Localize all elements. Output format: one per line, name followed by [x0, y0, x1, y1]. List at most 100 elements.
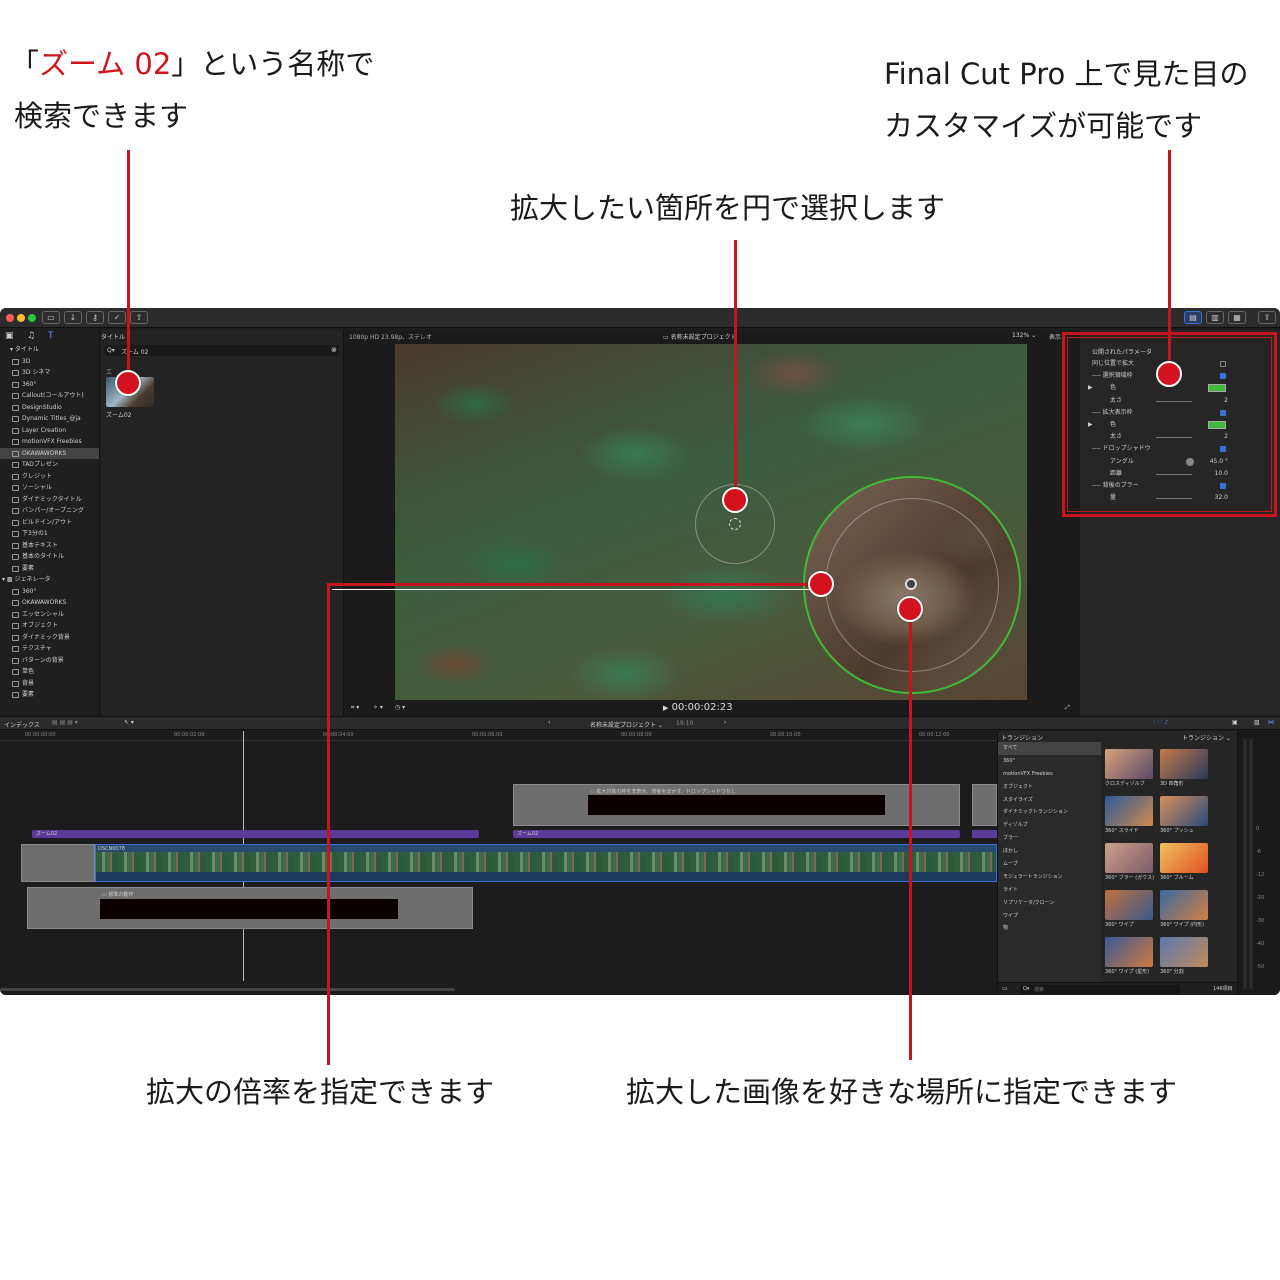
library-item[interactable]: ダイナミックタイトル — [0, 494, 99, 506]
magnified-position-handle[interactable] — [905, 578, 917, 590]
library-item[interactable]: Dynamic Titles_@ja — [0, 413, 99, 425]
select-tool-icon[interactable]: ↖ ▾ — [124, 719, 134, 726]
transition-item[interactable]: 360° プッシュ — [1160, 796, 1210, 840]
transition-category[interactable]: ディゾルブ — [998, 819, 1101, 832]
sidebar-toggle-icon[interactable]: ▭ — [1002, 985, 1008, 992]
check-icon[interactable]: ✓ — [108, 311, 126, 324]
transitions-browser-icon[interactable]: ▧ — [1254, 719, 1260, 726]
media-import-icon[interactable]: ▭ — [42, 311, 60, 324]
timeline-project-title[interactable]: 名称未設定プロジェクト ⌄ — [590, 720, 663, 729]
transition-category[interactable]: ダイナミックトランジション — [998, 806, 1101, 819]
append-edit-icon[interactable]: ▤ ▤ ▤ ▾ — [52, 719, 78, 726]
speed-icon[interactable]: ◷ ▾ — [395, 704, 405, 711]
enhance-icon[interactable]: ✧ ▾ — [373, 704, 383, 711]
transition-category[interactable]: ライト — [998, 884, 1101, 897]
play-icon[interactable]: ▶ — [663, 704, 668, 712]
titles-category-header[interactable]: ▾ タイトル — [0, 344, 99, 356]
minimize-window-button[interactable] — [17, 314, 25, 322]
gap-clip[interactable] — [21, 844, 95, 882]
transition-item[interactable]: 360° ブラー (ガウス) — [1105, 843, 1155, 887]
library-item[interactable]: クレジット — [0, 471, 99, 483]
transition-thumbnail[interactable] — [1160, 843, 1208, 873]
photos-icon[interactable]: ▣ — [5, 331, 14, 341]
library-item[interactable]: 背景 — [0, 678, 99, 690]
transition-category[interactable]: 物 — [998, 922, 1101, 935]
index-button[interactable]: インデックス — [4, 720, 40, 729]
share-export-icon[interactable]: ⇪ — [1258, 311, 1276, 324]
transform-tool-icon[interactable]: ⌗ ▾ — [351, 704, 359, 712]
selection-center-handle[interactable] — [729, 518, 741, 530]
library-item[interactable]: ビルドイン/アウト — [0, 517, 99, 529]
transition-category[interactable]: ムーブ — [998, 858, 1101, 871]
transition-item[interactable]: 360° ワイプ — [1105, 890, 1155, 934]
library-item[interactable]: 要素 — [0, 563, 99, 575]
titles-generators-icon[interactable]: T — [48, 331, 54, 341]
transition-category[interactable]: モジュラートランジション — [998, 871, 1101, 884]
transition-thumbnail[interactable] — [1105, 937, 1153, 967]
zoom-clip-a[interactable]: ズーム02 — [32, 830, 479, 838]
transition-item[interactable]: 360° 分割 — [1160, 937, 1210, 981]
library-item[interactable]: バンパー/オープニング — [0, 505, 99, 517]
library-item[interactable]: DesignStudio — [0, 402, 99, 414]
transition-thumbnail[interactable] — [1105, 749, 1153, 779]
library-item[interactable]: ソーシャル — [0, 482, 99, 494]
transition-category[interactable]: motionVFX Freebies — [998, 768, 1101, 781]
transition-item[interactable]: クロスディゾルブ — [1105, 749, 1155, 793]
library-item[interactable]: Callout(コールアウト) — [0, 390, 99, 402]
effects-browser-icon[interactable]: ▣ — [1232, 719, 1238, 726]
transition-thumbnail[interactable] — [1160, 749, 1208, 779]
timeline-layout-icon[interactable]: ▥ — [1206, 311, 1224, 324]
zoom-clip-b[interactable]: ズーム02 — [513, 830, 960, 838]
transition-category[interactable]: オブジェクト — [998, 781, 1101, 794]
music-icon[interactable]: ♫ — [27, 331, 35, 341]
library-item[interactable]: OKAWAWORKS — [0, 597, 99, 609]
library-item[interactable]: 3D シネマ — [0, 367, 99, 379]
skimming-icon[interactable]: ⫶ ⫶ ⫶ ♪ — [1154, 719, 1168, 727]
key-icon[interactable]: ⚷ — [86, 311, 104, 324]
transition-thumbnail[interactable] — [1160, 796, 1208, 826]
transition-item[interactable]: 3D 四角形 — [1160, 749, 1210, 793]
library-item[interactable]: エッセンシャル — [0, 609, 99, 621]
view-menu[interactable]: 表示 — [1049, 332, 1061, 341]
library-item[interactable]: オブジェクト — [0, 620, 99, 632]
video-frame[interactable] — [395, 344, 1027, 700]
zoom-clip-c[interactable] — [972, 830, 997, 838]
generators-category-header[interactable]: ▾ ▩ ジェネレータ — [0, 574, 99, 586]
transition-thumbnail[interactable] — [1160, 890, 1208, 920]
library-item[interactable]: 基本テキスト — [0, 540, 99, 552]
download-icon[interactable]: ↓ — [64, 311, 82, 324]
library-item[interactable]: 単色 — [0, 666, 99, 678]
timeline-back-icon[interactable]: ‹ — [548, 719, 550, 726]
search-input[interactable]: ズーム 02 — [121, 347, 148, 356]
fullscreen-icon[interactable]: ⤢ — [1065, 704, 1070, 712]
zoom-window-button[interactable] — [28, 314, 36, 322]
library-item[interactable]: パターンの背景 — [0, 655, 99, 667]
timeline-ruler[interactable]: 00:00:00:00 00:00:02:00 00:00:04:00 00:00:0… — [0, 731, 997, 741]
transition-category[interactable]: リプリケータ/クローン — [998, 897, 1101, 910]
share-icon[interactable]: ⇧ — [130, 311, 148, 324]
transition-thumbnail[interactable] — [1105, 890, 1153, 920]
clear-search-icon[interactable]: ⊗ — [331, 346, 337, 354]
timecode-display[interactable]: ▶ 00:00:02:23 — [663, 702, 733, 713]
library-item[interactable]: motionVFX Freebies — [0, 436, 99, 448]
transition-item[interactable]: 360° ワイプ (星形) — [1105, 937, 1155, 981]
transition-item[interactable]: 360° ブルーム — [1160, 843, 1210, 887]
library-item[interactable]: 下3分の1 — [0, 528, 99, 540]
video-clip[interactable]: DSCN0078 — [95, 844, 997, 882]
library-item[interactable]: TADプレゼン — [0, 459, 99, 471]
transition-category[interactable]: スタイライズ — [998, 794, 1101, 807]
zoom-level-menu[interactable]: 132% ⌄ — [1012, 332, 1036, 339]
close-window-button[interactable] — [6, 314, 14, 322]
library-item[interactable]: ダイナミック背景 — [0, 632, 99, 644]
library-item[interactable]: 360° — [0, 379, 99, 391]
library-item[interactable]: 基本のタイトル — [0, 551, 99, 563]
library-item[interactable]: 3D — [0, 356, 99, 368]
search-field[interactable]: Q▾ ズーム 02 ⊗ — [104, 345, 339, 356]
library-item[interactable]: Layer Creation — [0, 425, 99, 437]
inspector-layout-icon[interactable]: ▦ — [1228, 311, 1246, 324]
transition-category[interactable]: ワイプ — [998, 910, 1101, 923]
transition-category[interactable]: ブラー — [998, 832, 1101, 845]
library-item[interactable]: テクスチャ — [0, 643, 99, 655]
timeline-close-icon[interactable]: ⋈ — [1268, 719, 1274, 726]
transitions-search-field[interactable]: Q▾ 検索 — [1020, 985, 1180, 994]
